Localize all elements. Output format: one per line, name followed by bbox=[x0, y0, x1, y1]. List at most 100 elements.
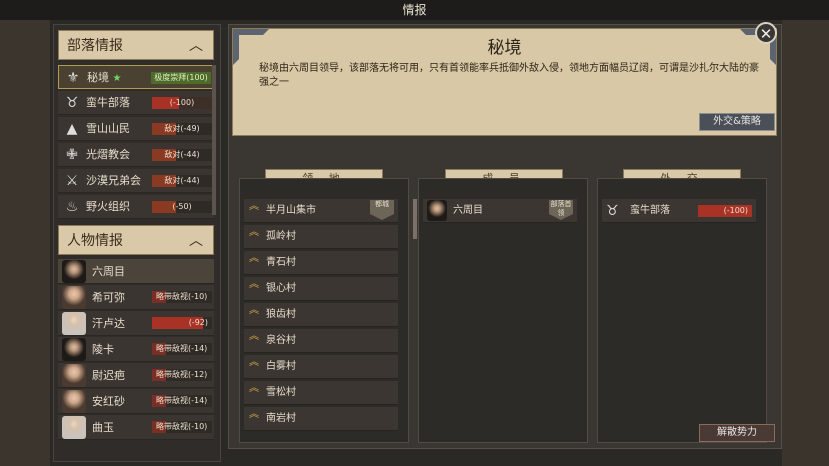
scrollbar[interactable] bbox=[413, 199, 417, 239]
sidebar: 部落情报 ︿ ⚜ 秘境 ★ 极度崇拜(100) ♉ 蛮牛部落 (-100) ▲ … bbox=[53, 24, 221, 462]
capital-tag: 都城 bbox=[370, 200, 394, 220]
territory-list: ︽ 半月山集市 都城 ︽ 孤岭村 ︽ 青石村 ︽ 银心村 ︽ 狼齿村 ︽ 泉谷村… bbox=[239, 178, 417, 443]
sidebar-item-person[interactable]: 六周目 bbox=[58, 259, 214, 284]
tribe-name: 蛮牛部落 bbox=[630, 205, 670, 216]
tribe-name: 野火组织 bbox=[86, 200, 130, 213]
list-item[interactable]: ︽ 白雾村 bbox=[244, 355, 398, 379]
bull-skull-icon: ♉ bbox=[65, 95, 79, 111]
relation-badge: (-100) bbox=[152, 97, 212, 109]
sidebar-item-person[interactable]: 希可弥 略带敌视(-10) bbox=[58, 285, 214, 310]
person-name: 曲玉 bbox=[92, 421, 114, 434]
relation-badge: 敌对(-49) bbox=[152, 123, 212, 135]
relation-badge: 略带敌视(-10) bbox=[152, 291, 212, 303]
tribe-name: 秘境 ★ bbox=[87, 71, 122, 84]
list-item[interactable]: 六周目 部落首领 bbox=[423, 199, 577, 223]
shield-icon: ⚜ bbox=[66, 70, 80, 86]
tribe-name: 光熠教会 bbox=[86, 148, 130, 161]
rank-chevron-icon: ︽ bbox=[249, 331, 259, 342]
sidebar-item-person[interactable]: 安红砂 略带敌视(-14) bbox=[58, 389, 214, 414]
territory-name: 孤岭村 bbox=[266, 231, 296, 242]
tribe-description: 秘境由六周目领导，该部落无将可用，只有首领能率兵抵御外敌入侵，领地方面幅员辽阔，… bbox=[259, 63, 759, 88]
diplomacy-list: ♉ 蛮牛部落 (-100) bbox=[597, 178, 767, 443]
rank-chevron-icon: ︽ bbox=[249, 357, 259, 368]
sidebar-item-person[interactable]: 陵卡 略带敌视(-14) bbox=[58, 337, 214, 362]
close-icon[interactable]: ✕ bbox=[755, 22, 777, 44]
list-item[interactable]: ♉ 蛮牛部落 (-100) bbox=[602, 199, 756, 223]
person-name: 尉迟疤 bbox=[92, 369, 125, 382]
list-item[interactable]: ︽ 南岩村 bbox=[244, 407, 398, 431]
relation-badge: 略带敌视(-14) bbox=[152, 395, 212, 407]
list-item[interactable]: ︽ 雪松村 bbox=[244, 381, 398, 405]
sidebar-item-person[interactable]: 曲玉 略带敌视(-10) bbox=[58, 415, 214, 440]
star-icon: ★ bbox=[112, 73, 122, 84]
flame-cross-icon: ✙ bbox=[66, 147, 78, 163]
tribe-name: 蛮牛部落 bbox=[86, 96, 130, 109]
relation-badge: 敌对(-44) bbox=[152, 175, 212, 187]
scrollbar[interactable] bbox=[212, 65, 216, 215]
rank-chevron-icon: ︽ bbox=[249, 201, 259, 212]
leader-tag: 部落首领 bbox=[549, 200, 573, 220]
tribe-name: 沙漠兄弟会 bbox=[86, 174, 141, 187]
territory-name: 泉谷村 bbox=[266, 335, 296, 346]
rank-chevron-icon: ︽ bbox=[249, 227, 259, 238]
relation-badge: 略带敌视(-12) bbox=[152, 369, 212, 381]
list-item[interactable]: ︽ 银心村 bbox=[244, 277, 398, 301]
avatar bbox=[427, 200, 447, 221]
avatar bbox=[62, 286, 86, 309]
tribe-info-label: 部落情报 bbox=[67, 38, 123, 54]
person-name: 六周目 bbox=[92, 265, 125, 278]
avatar bbox=[62, 364, 86, 387]
tribe-name: 雪山山民 bbox=[86, 122, 130, 135]
crossed-swords-icon: ⚔ bbox=[65, 173, 79, 189]
territory-name: 雪松村 bbox=[266, 387, 296, 398]
avatar bbox=[62, 416, 86, 439]
rank-chevron-icon: ︽ bbox=[249, 305, 259, 316]
sidebar-item-tribe[interactable]: ♨ 野火组织 (-50) bbox=[58, 195, 214, 219]
sidebar-item-tribe[interactable]: ⚔ 沙漠兄弟会 敌对(-44) bbox=[58, 169, 214, 193]
territory-name: 白雾村 bbox=[266, 361, 296, 372]
rank-chevron-icon: ︽ bbox=[249, 383, 259, 394]
territory-name: 半月山集市 bbox=[266, 205, 316, 216]
relation-badge: 略带敌视(-10) bbox=[152, 421, 212, 433]
territory-name: 青石村 bbox=[266, 257, 296, 268]
sidebar-item-tribe[interactable]: ✙ 光熠教会 敌对(-44) bbox=[58, 143, 214, 167]
relation-badge: 敌对(-44) bbox=[152, 149, 212, 161]
relation-badge: 略带敌视(-14) bbox=[152, 343, 212, 355]
tribe-info-header[interactable]: 部落情报 ︿ bbox=[58, 30, 214, 60]
person-info-label: 人物情报 bbox=[67, 233, 123, 249]
disband-button[interactable]: 解散势力 bbox=[699, 424, 775, 442]
sidebar-item-tribe[interactable]: ▲ 雪山山民 敌对(-49) bbox=[58, 117, 214, 141]
list-item[interactable]: ︽ 泉谷村 bbox=[244, 329, 398, 353]
sidebar-item-person[interactable]: 汗卢达 (-92) bbox=[58, 311, 214, 336]
rank-chevron-icon: ︽ bbox=[249, 409, 259, 420]
person-name: 陵卡 bbox=[92, 343, 114, 356]
territory-name: 银心村 bbox=[266, 283, 296, 294]
diplomacy-strategy-button[interactable]: 外交&策略 bbox=[699, 113, 775, 131]
background-right bbox=[782, 20, 829, 466]
wildfire-icon: ♨ bbox=[65, 199, 79, 215]
list-item[interactable]: ︽ 孤岭村 bbox=[244, 225, 398, 249]
list-item[interactable]: ︽ 半月山集市 都城 bbox=[244, 199, 398, 223]
chevron-up-icon[interactable]: ︿ bbox=[189, 226, 203, 256]
avatar bbox=[62, 338, 86, 361]
person-name: 希可弥 bbox=[92, 291, 125, 304]
tribe-title: 秘境 bbox=[487, 38, 522, 58]
list-item[interactable]: ︽ 狼齿村 bbox=[244, 303, 398, 327]
bull-skull-icon: ♉ bbox=[606, 203, 619, 219]
list-item[interactable]: ︽ 青石村 bbox=[244, 251, 398, 275]
member-name: 六周目 bbox=[453, 205, 483, 216]
person-name: 汗卢达 bbox=[92, 317, 125, 330]
background-left bbox=[0, 20, 50, 466]
relation-badge: 极度崇拜(100) bbox=[151, 72, 211, 84]
person-info-header[interactable]: 人物情报 ︿ bbox=[58, 225, 214, 255]
tribe-detail-panel: 秘境 秘境由六周目领导，该部落无将可用，只有首领能率兵抵御外敌入侵，领地方面幅员… bbox=[228, 24, 782, 449]
sidebar-item-person[interactable]: 尉迟疤 略带敌视(-12) bbox=[58, 363, 214, 388]
mountain-icon: ▲ bbox=[66, 121, 78, 137]
relation-badge: (-50) bbox=[152, 201, 212, 213]
territory-name: 南岩村 bbox=[266, 413, 296, 424]
members-list: 六周目 部落首领 bbox=[418, 178, 588, 443]
sidebar-item-tribe[interactable]: ♉ 蛮牛部落 (-100) bbox=[58, 91, 214, 115]
chevron-up-icon[interactable]: ︿ bbox=[189, 31, 203, 61]
sidebar-item-tribe[interactable]: ⚜ 秘境 ★ 极度崇拜(100) bbox=[58, 65, 214, 89]
window-title: 情报 bbox=[0, 0, 829, 20]
